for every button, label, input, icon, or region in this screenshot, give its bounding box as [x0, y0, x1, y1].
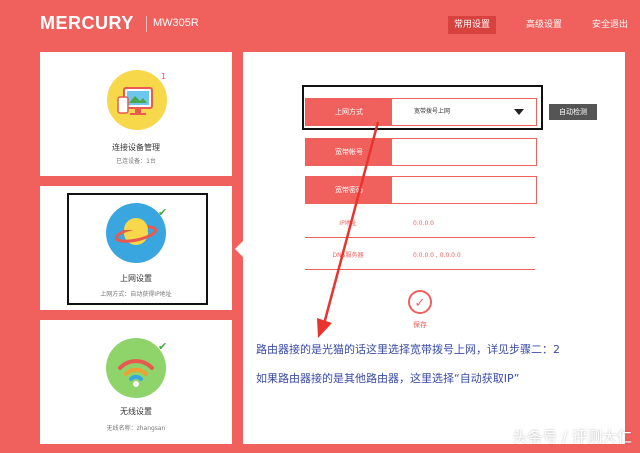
- card-title: 上网设置: [120, 274, 152, 283]
- card-subtitle: 已连设备：1台: [116, 158, 156, 165]
- card-subtitle: 上网方式：自动获得IP地址: [100, 291, 172, 298]
- dns-value: 0.0.0.0 , 0.0.0.0: [413, 252, 461, 259]
- monitor-icon: [107, 70, 167, 130]
- model-name: MW305R: [153, 17, 199, 29]
- save-icon[interactable]: ✓: [408, 290, 432, 314]
- card-wireless-settings[interactable]: ✔ 无线设置 无线名称：zhangsan: [40, 320, 232, 444]
- chevron-down-icon[interactable]: [514, 109, 524, 115]
- wan-type-value: 宽带拨号上网: [414, 108, 451, 115]
- annotation-line-1: 路由器接的是光猫的话这里选择宽带拨号上网，详见步骤二：2: [256, 343, 560, 356]
- device-count-badge: 1: [161, 72, 167, 81]
- panel-pointer: [235, 241, 243, 257]
- annotation-line-2: 如果路由器接的是其他路由器，这里选择“自动获取IP”: [256, 372, 520, 385]
- nav-advanced-settings[interactable]: 高级设置: [520, 16, 568, 34]
- check-icon: ✔: [158, 206, 168, 219]
- card-title: 无线设置: [120, 407, 152, 416]
- save-button[interactable]: 保存: [408, 320, 432, 330]
- ip-value: 0.0.0.0: [413, 220, 434, 227]
- annotation-arrow: [317, 121, 380, 338]
- watermark: 头条号 / 评测大仁: [512, 428, 632, 446]
- card-internet-settings[interactable]: ✔ 上网设置 上网方式：自动获得IP地址: [40, 186, 232, 310]
- brand-logo: MERCURY: [40, 13, 134, 33]
- card-subtitle: 无线名称：zhangsan: [106, 425, 166, 432]
- top-bar: MERCURY MW305R 常用设置 高级设置 安全退出: [0, 0, 640, 52]
- wifi-icon: [106, 338, 166, 398]
- card-title: 连接设备管理: [112, 143, 160, 152]
- check-icon: ✔: [158, 340, 168, 353]
- auto-detect-button[interactable]: 自动检测: [549, 104, 597, 120]
- nav-logout[interactable]: 安全退出: [586, 16, 634, 34]
- card-device-management[interactable]: 1 连接设备管理 已连设备：1台: [40, 52, 232, 176]
- nav-common-settings[interactable]: 常用设置: [448, 16, 497, 34]
- planet-icon: [106, 203, 166, 263]
- logo-divider: [146, 16, 147, 32]
